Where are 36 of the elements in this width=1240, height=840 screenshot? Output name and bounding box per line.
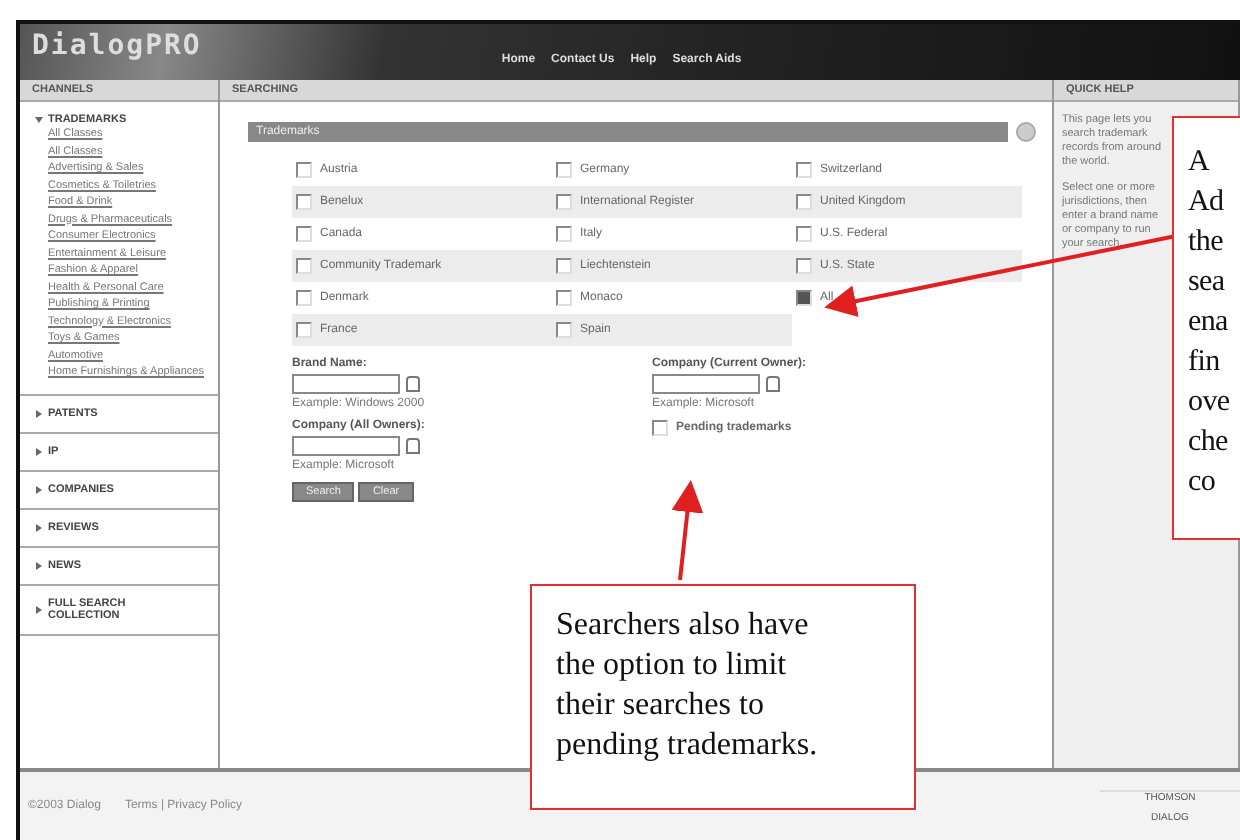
checkbox[interactable]	[556, 162, 572, 178]
input-field[interactable]	[652, 374, 760, 394]
expand-icon[interactable]	[36, 605, 42, 613]
checkbox[interactable]	[296, 162, 312, 178]
checkbox[interactable]	[796, 290, 812, 306]
expand-icon[interactable]	[36, 447, 42, 455]
pointer-arrow	[671, 480, 704, 581]
checkbox[interactable]	[556, 226, 572, 242]
checkbox[interactable]	[296, 226, 312, 242]
expand-icon[interactable]	[35, 117, 43, 123]
expand-icon[interactable]	[36, 485, 42, 493]
checkbox[interactable]	[296, 194, 312, 210]
input-field[interactable]	[292, 374, 400, 394]
checkbox[interactable]	[652, 420, 668, 436]
checkbox[interactable]	[556, 194, 572, 210]
callout-text: A Ad the sea ena fin ove che co	[1188, 144, 1232, 502]
lookup-icon[interactable]	[766, 376, 780, 392]
checkbox[interactable]	[296, 322, 312, 338]
lookup-icon[interactable]	[406, 438, 420, 454]
checkbox[interactable]	[556, 290, 572, 306]
input-field[interactable]	[292, 436, 400, 456]
checkbox[interactable]	[296, 290, 312, 306]
lookup-icon[interactable]	[406, 376, 420, 392]
checkbox[interactable]	[796, 194, 812, 210]
checkbox[interactable]	[556, 322, 572, 338]
help-icon[interactable]	[1016, 122, 1036, 142]
checkbox[interactable]	[796, 162, 812, 178]
checkbox[interactable]	[296, 258, 312, 274]
callout-text: Searchers also have the option to limit their searches to pending trademarks.	[556, 606, 820, 766]
expand-icon[interactable]	[36, 561, 42, 569]
checkbox[interactable]	[796, 258, 812, 274]
expand-icon[interactable]	[36, 409, 42, 417]
expand-icon[interactable]	[36, 523, 42, 531]
checkbox[interactable]	[556, 258, 572, 274]
logo: DialogPRO	[32, 30, 202, 62]
checkbox[interactable]	[796, 226, 812, 242]
